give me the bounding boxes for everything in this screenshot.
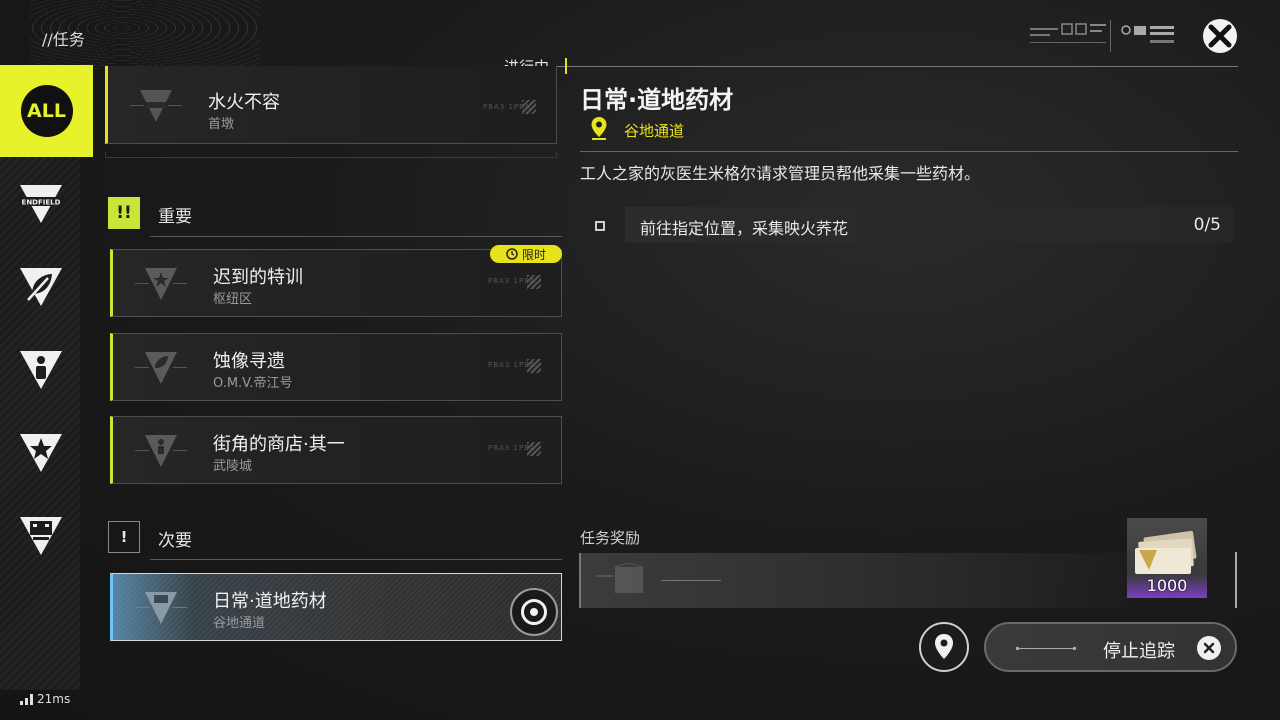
section-title-important: 重要 (158, 207, 192, 227)
box-category-icon[interactable] (18, 513, 64, 559)
objective-progress: 0/5 (1193, 215, 1221, 235)
target-icon (521, 599, 547, 625)
breadcrumb: //任务 (42, 30, 85, 49)
quest-description: 工人之家的灰医生米格尔请求管理员帮他采集一些药材。 (580, 164, 981, 183)
time-limited-badge: 限时 (490, 245, 562, 263)
network-latency: 21ms (20, 692, 70, 706)
objective-checkbox-icon (595, 221, 605, 231)
star-category-icon[interactable] (18, 430, 64, 476)
hud-status-icon (1121, 25, 1174, 43)
reward-quantity: 1000 (1146, 576, 1188, 595)
endfield-category-icon[interactable]: ENDFIELD (18, 181, 64, 227)
quest-title: 日常·道地药材 (213, 591, 327, 612)
hatch-icon (527, 442, 541, 456)
button-decoration (1016, 647, 1076, 650)
quest-title: 迟到的特训 (213, 267, 303, 288)
quest-title: 水火不容 (208, 92, 280, 113)
hud-decoration-icon (1030, 23, 1106, 43)
quest-card[interactable]: 蚀像寻遗 O.M.V.帝江号 PBA3 1PBA (110, 333, 562, 401)
minor-badge-icon: ! (108, 521, 140, 553)
quest-card-in-progress[interactable]: 水火不容 首墩 PBA3 1PBA (105, 66, 557, 144)
map-pin-icon (935, 634, 953, 659)
quest-detail-location: 谷地通道 (624, 122, 685, 140)
close-icon (1197, 636, 1221, 660)
quest-leaf-icon (135, 352, 187, 384)
quest-card-tracked[interactable]: 日常·道地药材 谷地通道 (110, 573, 562, 641)
card-underline (105, 152, 557, 158)
latency-value: 21ms (37, 692, 71, 706)
location-pin-icon (591, 117, 607, 140)
detail-divider (580, 151, 1238, 152)
quest-detail-title: 日常·道地药材 (580, 86, 734, 114)
reward-divider (1235, 552, 1237, 608)
tracking-toggle[interactable] (510, 588, 558, 636)
quest-info-icon (135, 435, 187, 467)
quest-card[interactable]: 街角的商店·其一 武陵城 PBA3 1PBA (110, 416, 562, 484)
close-icon (1208, 24, 1232, 48)
section-title-minor: 次要 (158, 531, 192, 551)
clock-icon (506, 248, 518, 260)
quest-title: 街角的商店·其一 (213, 434, 345, 455)
close-button[interactable] (1203, 19, 1237, 53)
leaf-category-icon[interactable] (18, 264, 64, 310)
quest-box-icon (135, 592, 187, 624)
objective-row: 前往指定位置，采集映火荞花 0/5 (625, 207, 1233, 243)
info-category-icon[interactable] (18, 347, 64, 393)
hatch-icon (522, 100, 536, 114)
objective-text: 前往指定位置，采集映火荞花 (640, 219, 849, 238)
reward-arrow (661, 580, 721, 581)
quest-location: O.M.V.帝江号 (213, 376, 293, 391)
stop-tracking-button[interactable]: 停止追踪 (984, 622, 1237, 672)
all-badge: ALL (20, 85, 73, 137)
endfield-logo-text: ENDFIELD (22, 199, 61, 207)
hatch-icon (527, 275, 541, 289)
quest-location: 武陵城 (213, 459, 253, 474)
map-location-button[interactable] (919, 622, 969, 672)
quest-location: 首墩 (208, 117, 235, 132)
hatch-icon (527, 359, 541, 373)
stop-tracking-label: 停止追踪 (1103, 641, 1175, 662)
reward-item[interactable]: 1000 (1127, 518, 1207, 598)
quest-location: 枢纽区 (213, 292, 253, 307)
quest-star-icon (135, 268, 187, 300)
important-badge-icon: !! (108, 197, 140, 229)
quest-type-icon (130, 90, 182, 122)
hud-divider (1110, 20, 1111, 52)
section-divider (150, 236, 562, 237)
reward-bar (579, 553, 1129, 608)
reward-label: 任务奖励 (580, 529, 641, 547)
category-all-tab[interactable]: ALL (0, 65, 93, 157)
time-limited-label: 限时 (521, 247, 546, 262)
signal-icon (20, 693, 33, 705)
quest-location: 谷地通道 (213, 616, 266, 631)
section-divider (150, 559, 562, 560)
in-progress-marker (561, 58, 567, 74)
quest-title: 蚀像寻遗 (213, 351, 285, 372)
package-icon (597, 563, 644, 593)
